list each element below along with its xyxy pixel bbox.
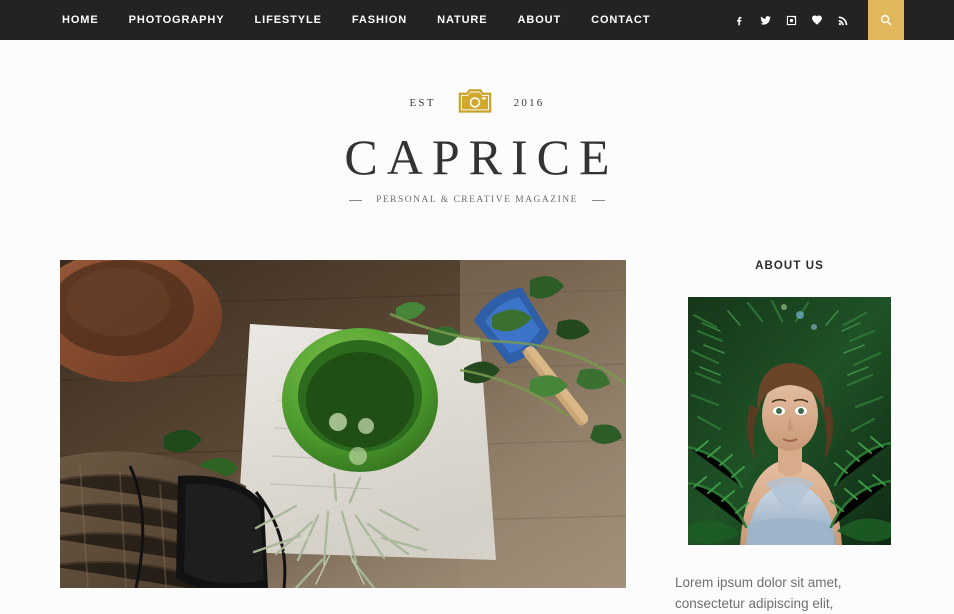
nav-item-contact[interactable]: CONTACT xyxy=(591,0,650,40)
topbar-right-group xyxy=(733,0,954,40)
main-menu: HOME PHOTOGRAPHY LIFESTYLE FASHION NATUR… xyxy=(62,0,650,40)
instagram-icon[interactable] xyxy=(785,14,798,27)
twitter-icon[interactable] xyxy=(759,14,772,27)
tagline-dash-right xyxy=(591,199,605,201)
site-title[interactable]: CAPRICE xyxy=(0,132,954,182)
nav-item-lifestyle[interactable]: LIFESTYLE xyxy=(255,0,322,40)
established-label: EST xyxy=(409,97,436,109)
nav-item-nature[interactable]: NATURE xyxy=(437,0,487,40)
facebook-icon[interactable] xyxy=(733,14,746,27)
site-branding: EST 2016 CAPRICE PERSONAL & CREATIVE MAG… xyxy=(0,40,954,205)
tagline-dash-left xyxy=(349,199,363,201)
search-button[interactable] xyxy=(868,0,904,40)
about-us-widget-title: ABOUT US xyxy=(755,260,824,272)
topbar-filler xyxy=(904,0,954,40)
rss-icon[interactable] xyxy=(837,14,850,27)
established-year: 2016 xyxy=(513,97,545,109)
content-area: ABOUT US Lorem ipsum dolor sit amet, con… xyxy=(0,260,954,614)
established-row: EST 2016 xyxy=(0,88,954,118)
camera-icon xyxy=(458,87,492,119)
nav-item-fashion[interactable]: FASHION xyxy=(352,0,407,40)
nav-item-home[interactable]: HOME xyxy=(62,0,99,40)
main-column xyxy=(60,260,626,614)
featured-post-image[interactable] xyxy=(60,260,626,588)
top-navigation-bar: HOME PHOTOGRAPHY LIFESTYLE FASHION NATUR… xyxy=(0,0,954,40)
bloglovin-heart-icon[interactable] xyxy=(811,14,824,27)
sidebar: ABOUT US Lorem ipsum dolor sit amet, con… xyxy=(675,260,904,614)
about-us-text: Lorem ipsum dolor sit amet, consectetur … xyxy=(675,575,842,611)
nav-item-photography[interactable]: PHOTOGRAPHY xyxy=(129,0,225,40)
site-tagline-row: PERSONAL & CREATIVE MAGAZINE xyxy=(0,195,954,205)
social-links xyxy=(733,0,868,40)
site-tagline: PERSONAL & CREATIVE MAGAZINE xyxy=(376,195,578,205)
about-us-image xyxy=(688,297,891,545)
nav-item-about[interactable]: ABOUT xyxy=(518,0,562,40)
